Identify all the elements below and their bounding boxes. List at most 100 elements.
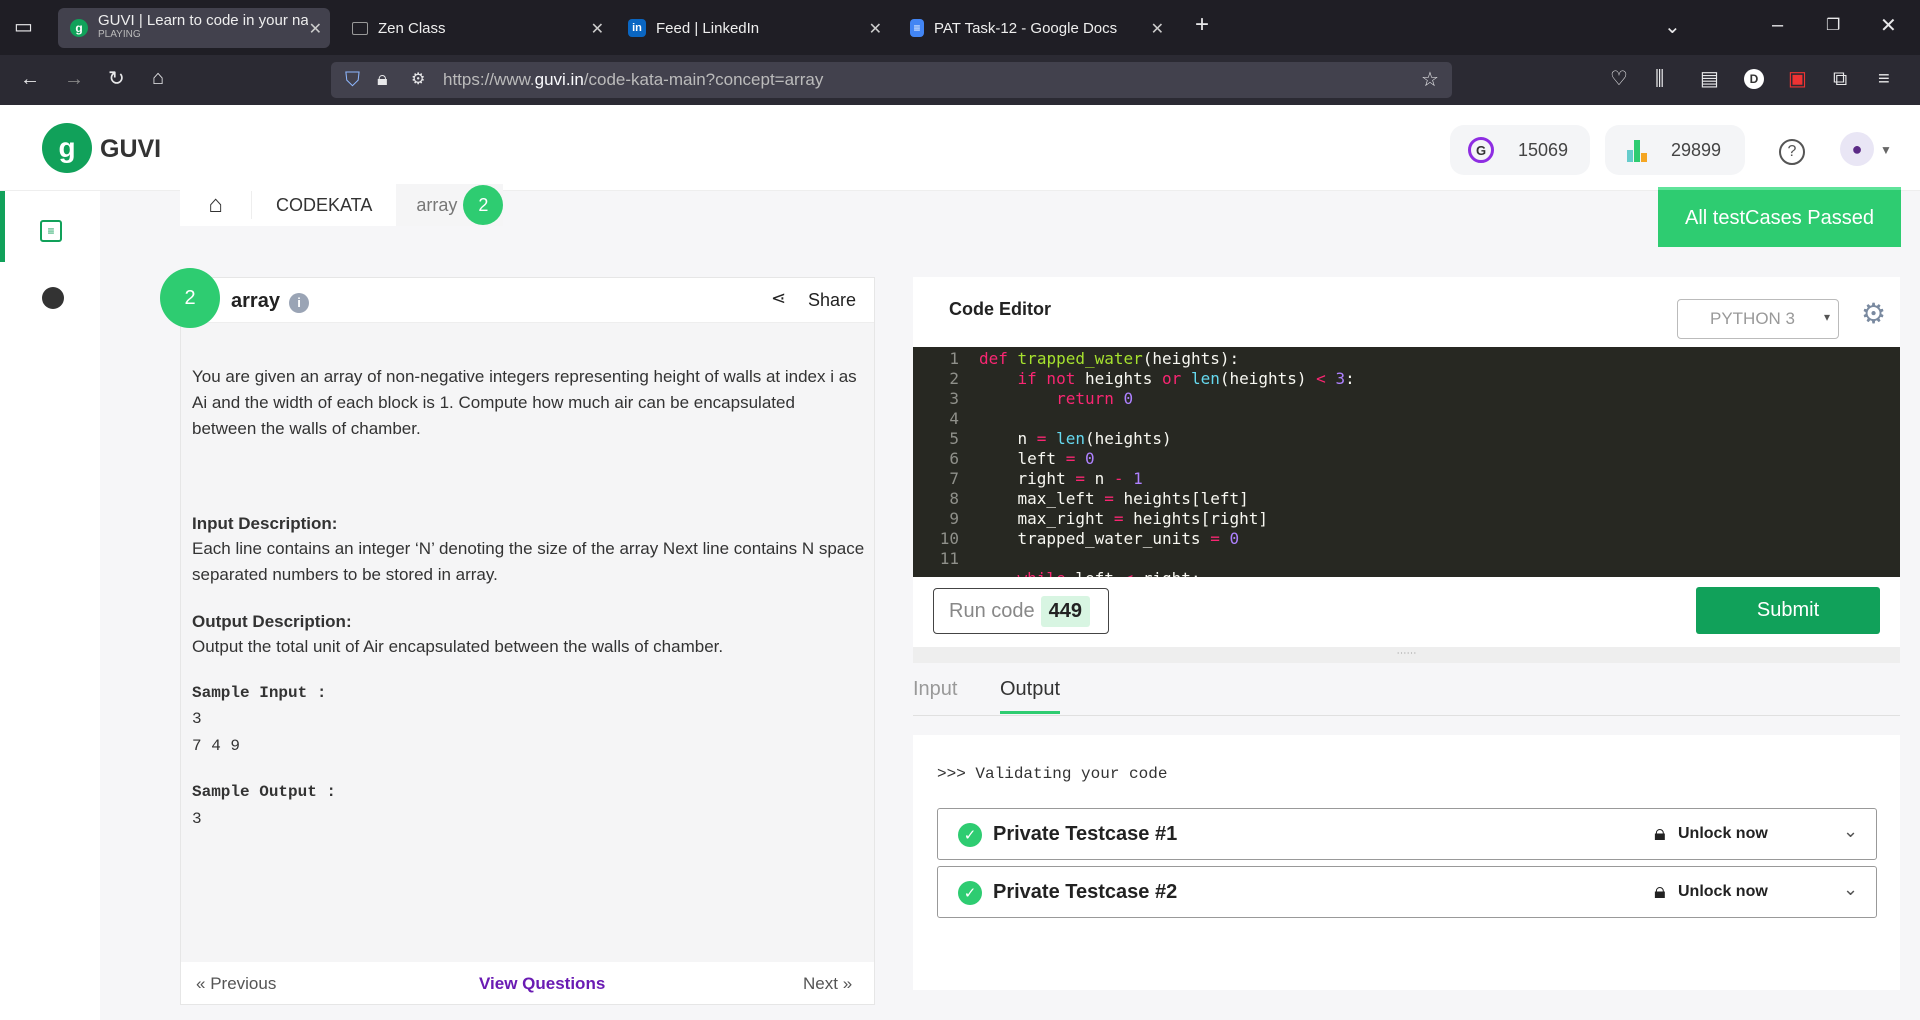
reader-icon[interactable]: ▤ (1700, 69, 1719, 89)
input-heading: Input Description: (192, 514, 338, 533)
sample-output-label: Sample Output : (192, 783, 337, 801)
language-select[interactable]: PYTHON 3 ▾ (1677, 299, 1839, 339)
code-line: if not heights or len(heights) < 3: (1017, 369, 1355, 388)
sample-output: 3 (192, 810, 202, 828)
testcase-row[interactable]: ✓ Private Testcase #2 🔒︎ Unlock now ⌄ (937, 866, 1877, 918)
code-editor-title: Code Editor (949, 299, 1051, 319)
url-prefix: https://www. (443, 70, 535, 89)
unlock-now-button[interactable]: Unlock now (1678, 883, 1768, 901)
resize-handle[interactable]: ⋯⋯ (913, 647, 1900, 663)
geekoins-pill[interactable]: G 15069 (1450, 125, 1590, 175)
code-line: left = 0 (979, 449, 1095, 468)
extension-icon[interactable]: ▣ (1788, 69, 1807, 89)
view-questions-link[interactable]: View Questions (479, 974, 605, 994)
sidebar-active-indicator (0, 191, 5, 262)
github-icon[interactable] (42, 287, 64, 309)
linkedin-icon: in (628, 19, 646, 37)
check-icon: ✓ (958, 881, 982, 905)
validating-text: >>> Validating your code (937, 765, 1168, 783)
line-number: 11 (939, 549, 959, 568)
next-link[interactable]: Next » (803, 974, 852, 994)
rank-pill[interactable]: 29899 (1605, 125, 1745, 175)
url-input[interactable]: ⛉ 🔒︎ ⚙ https://www. guvi.in/code-kata-mai… (331, 62, 1452, 98)
run-code-button[interactable]: Run code 449 (933, 588, 1109, 634)
url-domain: guvi.in (534, 70, 584, 89)
guvi-favicon: g (70, 19, 88, 37)
bookmark-star-icon[interactable]: ☆ (1421, 70, 1439, 90)
back-icon[interactable]: ← (20, 69, 40, 89)
unlock-now-button[interactable]: Unlock now (1678, 825, 1768, 843)
new-tab-icon[interactable]: + (1195, 13, 1209, 37)
breadcrumb-current: array 2 (396, 184, 504, 226)
menu-icon[interactable]: ≡ (1878, 69, 1890, 89)
extensions-icon[interactable]: ⧉ (1833, 69, 1847, 89)
info-icon[interactable]: i (289, 293, 309, 313)
close-window-icon[interactable]: ✕ (1880, 16, 1897, 36)
breadcrumb-current-label: array (416, 194, 458, 215)
problem-description: You are given an array of non-negative i… (192, 367, 857, 438)
sidebar: ≡ (0, 191, 100, 1020)
breadcrumb-codekata[interactable]: CODEKATA (252, 195, 396, 216)
output-tabs: Input Output (913, 668, 1900, 716)
code-line: while left < right: (979, 569, 1201, 577)
guvi-logo-icon[interactable]: g (42, 123, 92, 173)
home-icon[interactable]: ⌂ (152, 68, 164, 88)
line-number: 5 (949, 429, 959, 448)
code-area[interactable]: 1 2 3 4 5 6 7 8 9 10 11 def trapped_wate… (913, 347, 1900, 577)
avatar[interactable]: ● (1840, 132, 1874, 166)
code-line: max_left = heights[left] (979, 489, 1249, 508)
tab-output[interactable]: Output (1000, 678, 1061, 714)
close-icon[interactable]: ✕ (591, 19, 604, 39)
tab-zen-class[interactable]: Zen Class ✕ (350, 8, 612, 48)
tab-google-docs[interactable]: ≡ PAT Task-12 - Google Docs ✕ (910, 8, 1172, 48)
library-icon[interactable]: ⫼ (1655, 69, 1664, 89)
restore-icon[interactable]: ❐ (1826, 16, 1840, 36)
close-icon[interactable]: ✕ (869, 19, 882, 39)
docs-icon: ≡ (910, 19, 924, 37)
problem-title: array (231, 290, 280, 312)
chevron-down-icon[interactable]: ⌄ (1664, 17, 1681, 37)
home-icon[interactable]: ⌂ (180, 191, 252, 219)
close-icon[interactable]: ✕ (309, 19, 322, 39)
testcase-name: Private Testcase #1 (993, 823, 1178, 845)
chevron-down-icon[interactable]: ⌄ (1843, 821, 1858, 842)
minimize-icon[interactable]: – (1772, 15, 1783, 35)
line-number: 7 (949, 469, 959, 488)
previous-link[interactable]: « Previous (196, 974, 276, 994)
chevron-down-icon[interactable]: ⌄ (1843, 879, 1858, 900)
share-icon[interactable]: ⋖ (771, 288, 786, 309)
permissions-icon: ⚙ (411, 71, 426, 88)
tab-list-icon[interactable]: ▭ (14, 17, 33, 37)
line-number: 9 (949, 509, 959, 528)
tab-guvi[interactable]: g GUVI | Learn to code in your nat PLAYI… (58, 8, 330, 48)
code-line: n = len(heights) (979, 429, 1172, 448)
chevron-down-icon: ▾ (1823, 310, 1830, 324)
sample-input-line2: 7 4 9 (192, 737, 241, 755)
pocket-icon[interactable]: ♡ (1610, 69, 1628, 89)
close-icon[interactable]: ✕ (1151, 19, 1164, 39)
line-number: 1 (949, 349, 959, 368)
logo-text[interactable]: GUVI (100, 135, 161, 164)
tab-input[interactable]: Input (913, 678, 957, 701)
chevron-down-icon[interactable]: ▼ (1880, 143, 1892, 157)
account-icon[interactable]: D (1744, 69, 1764, 89)
line-number: 6 (949, 449, 959, 468)
sidebar-item-problems-icon[interactable]: ≡ (40, 220, 62, 242)
testcase-row[interactable]: ✓ Private Testcase #1 🔒︎ Unlock now ⌄ (937, 808, 1877, 860)
run-count-badge: 449 (1040, 595, 1090, 627)
code-line: def trapped_water(heights): (979, 349, 1240, 368)
submit-button[interactable]: Submit (1696, 587, 1880, 634)
tab-linkedin[interactable]: in Feed | LinkedIn ✕ (628, 8, 890, 48)
reload-icon[interactable]: ↻ (108, 69, 125, 89)
lock-icon: 🔒︎ (1654, 878, 1666, 903)
forward-icon[interactable]: → (64, 69, 84, 89)
code-line: right = n - 1 (979, 469, 1143, 488)
problem-header: array i ⋖ Share (181, 278, 874, 323)
code-line: max_right = heights[right] (979, 509, 1268, 528)
help-icon[interactable]: ? (1779, 139, 1805, 165)
share-button[interactable]: Share (808, 290, 856, 311)
breadcrumb-count-badge: 2 (463, 185, 504, 225)
next-label: Next (803, 974, 838, 993)
gear-icon[interactable]: ⚙ (1861, 297, 1886, 330)
code-line: trapped_water_units = 0 (979, 529, 1240, 548)
